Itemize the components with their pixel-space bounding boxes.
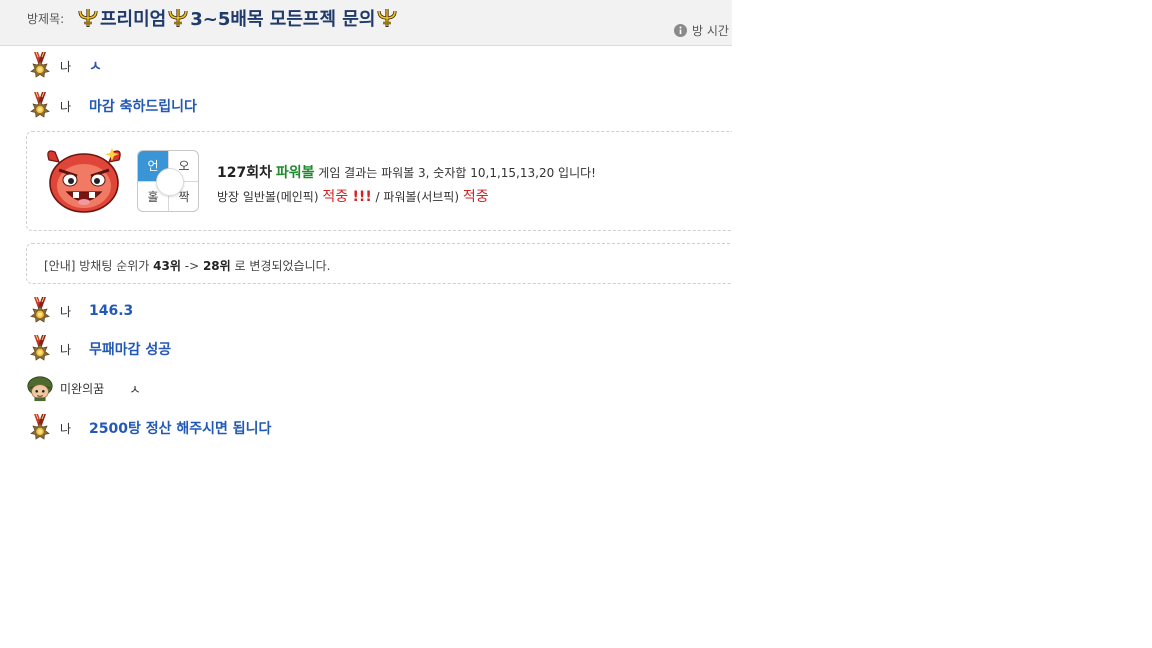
trident-icon [77,7,99,29]
rank-notice: [안내] 방채팅 순위가 43위 -> 28위 로 변경되었습니다. [26,243,732,284]
info-icon [674,24,687,37]
chat-text: 마감 축하드립니다 [89,99,197,115]
result-detail: 게임 결과는 파워볼 3, 숫자합 10,1,15,13,20 입니다! [318,166,596,180]
soldier-avatar-icon[interactable] [26,373,54,403]
medal-avatar-icon[interactable] [26,296,54,326]
chat-text: 146.3 [89,303,134,319]
chat-message: 나 146.3 [26,296,133,326]
chat-message: 나 무패마감 성공 [26,334,171,364]
room-time-label: 방 시간 [692,24,729,38]
chat-message: 나 ㅅ [26,51,102,81]
rank-to: 28위 [202,259,231,273]
chat-text: 무패마감 성공 [89,342,172,358]
chat-text: ㅅ [129,382,141,398]
chat-nickname[interactable]: 나 [60,98,84,115]
chat-frame: 방제목: 프리미엄 3~5배목 모든프젝 문의 방 시간 나 ㅅ 나 마감 축하… [0,0,732,648]
room-title-part-1: 프리미엄 [100,9,167,30]
rank-from: 43위 [153,259,181,273]
chat-nickname[interactable]: 나 [60,341,84,358]
medal-avatar-icon[interactable] [26,51,54,81]
chat-nickname[interactable]: 나 [60,58,84,75]
trident-icon [376,7,398,29]
main-pick-result: 적중 !!! [322,189,372,205]
odd-even-grid: 언 오 홀 짝 [137,150,199,212]
pick-separator: / [375,190,380,204]
sub-pick-result: 적중 [462,189,489,205]
room-title-part-2: 3~5배목 모든프젝 문의 [190,9,376,30]
chat-nickname[interactable]: 미완의꿈 [60,380,124,397]
game-result-box: 언 오 홀 짝 127회차 파워볼 게임 결과는 파워볼 3, 숫자합 10,1… [26,131,732,231]
trident-icon [167,7,189,29]
chat-message: 나 2500탕 정산 해주시면 됩니다 [26,413,271,443]
chat-text: 2500탕 정산 해주시면 됩니다 [89,421,272,437]
chat-text: ㅅ [89,59,102,75]
result-summary: 127회차 파워볼 게임 결과는 파워볼 3, 숫자합 10,1,15,13,2… [217,162,596,182]
chat-nickname[interactable]: 나 [60,303,84,320]
chat-message: 미완의꿈 ㅅ [26,373,141,403]
room-title-label: 방제목: [27,12,65,26]
room-header: 방제목: 프리미엄 3~5배목 모든프젝 문의 방 시간 [0,0,732,46]
room-title: 프리미엄 3~5배목 모든프젝 문의 [76,5,399,31]
ball-icon [156,168,184,196]
chat-nickname[interactable]: 나 [60,420,84,437]
room-time-info[interactable]: 방 시간 [674,22,729,39]
main-pick-label: 방장 일반볼(메인픽) [217,190,319,204]
rank-notice-text: [안내] 방채팅 순위가 43위 -> 28위 로 변경되었습니다. [44,259,331,273]
pick-results: 방장 일반볼(메인픽) 적중 !!! / 파워볼(서브픽) 적중 [217,186,489,206]
medal-avatar-icon[interactable] [26,413,54,443]
chat-message: 나 마감 축하드립니다 [26,91,197,121]
game-name: 파워볼 [275,165,315,181]
devil-mascot-icon [47,148,121,213]
medal-avatar-icon[interactable] [26,334,54,364]
sub-pick-label: 파워볼(서브픽) [383,190,460,204]
round-number: 127회차 [217,165,272,181]
medal-avatar-icon[interactable] [26,91,54,121]
